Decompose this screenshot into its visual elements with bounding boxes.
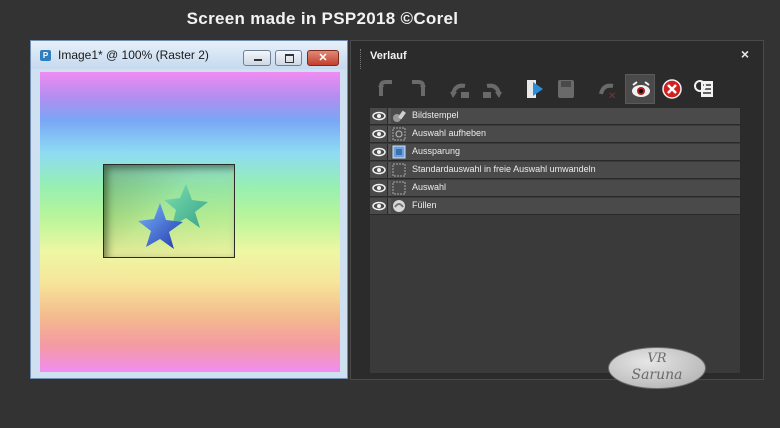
delete-history-icon xyxy=(662,79,682,99)
save-script-icon xyxy=(558,80,574,98)
stamp-icon xyxy=(393,110,406,122)
undo-selected-button[interactable] xyxy=(445,74,475,104)
history-toolbar: ✕ xyxy=(369,74,749,104)
history-panel: Verlauf × ✕ Bildstempel Auswahl aufheben… xyxy=(350,40,764,380)
row-separator xyxy=(388,108,391,124)
history-item-label: Auswahl aufheben xyxy=(412,128,487,138)
redo-selected-icon xyxy=(483,83,502,98)
image-window-titlebar[interactable]: P Image1* @ 100% (Raster 2) xyxy=(31,41,347,69)
maximize-button[interactable] xyxy=(275,50,302,66)
maximize-icon xyxy=(276,51,301,65)
visibility-toggle[interactable] xyxy=(370,162,388,178)
row-separator xyxy=(388,198,391,214)
history-item-label: Bildstempel xyxy=(412,110,459,120)
history-item[interactable]: Füllen xyxy=(370,198,740,215)
psp-icon: P xyxy=(40,50,51,61)
image-window-title: Image1* @ 100% (Raster 2) xyxy=(58,48,209,62)
redo-selected-button[interactable] xyxy=(477,74,507,104)
delete-history-button[interactable] xyxy=(657,74,687,104)
stars-image xyxy=(138,184,208,249)
clear-history-icon: ✕ xyxy=(599,83,616,100)
panel-grip[interactable] xyxy=(360,49,363,69)
watermark-line1: VR xyxy=(647,351,667,366)
history-item[interactable]: Aussparung xyxy=(370,144,740,161)
visibility-toggle[interactable] xyxy=(370,198,388,214)
eye-icon xyxy=(372,183,386,193)
history-item[interactable]: Auswahl xyxy=(370,180,740,197)
visibility-toggle[interactable] xyxy=(370,108,388,124)
history-list: Bildstempel Auswahl aufheben Aussparung … xyxy=(369,107,741,374)
visibility-toggle[interactable] xyxy=(370,144,388,160)
eye-icon xyxy=(372,111,386,121)
history-item[interactable]: Auswahl aufheben xyxy=(370,126,740,143)
screenshot-caption: Screen made in PSP2018 ©Corel xyxy=(186,9,459,28)
undo-selected-icon xyxy=(450,83,469,98)
close-button[interactable] xyxy=(307,50,339,66)
row-separator xyxy=(388,180,391,196)
fill-icon xyxy=(393,200,405,212)
selection-icon xyxy=(392,181,406,195)
save-script-button[interactable] xyxy=(551,74,581,104)
row-separator xyxy=(388,144,391,160)
history-item-label: Aussparung xyxy=(412,146,461,156)
toggle-visibility-icon xyxy=(632,81,650,97)
panel-title: Verlauf xyxy=(370,50,407,62)
selection-icon xyxy=(392,163,406,177)
row-separator xyxy=(388,126,391,142)
visibility-toggle[interactable] xyxy=(370,180,388,196)
minimize-icon xyxy=(244,51,270,65)
image-window[interactable]: P Image1* @ 100% (Raster 2) xyxy=(30,40,348,379)
close-icon xyxy=(308,51,338,65)
svg-text:✕: ✕ xyxy=(608,91,616,100)
history-item-label: Auswahl xyxy=(412,182,447,192)
undo-button[interactable] xyxy=(371,74,401,104)
toggle-visibility-button[interactable] xyxy=(625,74,655,104)
eye-icon xyxy=(372,129,386,139)
history-item-label: Füllen xyxy=(412,200,437,210)
history-properties-button[interactable] xyxy=(689,74,719,104)
redo-button[interactable] xyxy=(403,74,433,104)
row-separator xyxy=(388,162,391,178)
history-item-label: Standardauswahl in freie Auswahl umwande… xyxy=(412,164,596,174)
watermark-line2: Saruna xyxy=(631,367,683,383)
eye-icon xyxy=(372,201,386,211)
select-none-icon xyxy=(392,127,406,141)
quickscript-icon xyxy=(527,80,543,98)
history-item[interactable]: Standardauswahl in freie Auswahl umwande… xyxy=(370,162,740,179)
undo-icon xyxy=(378,80,392,96)
clear-history-button[interactable]: ✕ xyxy=(593,74,623,104)
visibility-toggle[interactable] xyxy=(370,126,388,142)
quickscript-button[interactable] xyxy=(519,74,549,104)
history-properties-icon xyxy=(694,80,713,97)
panel-close-button[interactable]: × xyxy=(741,46,749,62)
eye-icon xyxy=(372,147,386,157)
redo-icon xyxy=(412,80,426,96)
minimize-button[interactable] xyxy=(243,50,271,66)
history-item[interactable]: Bildstempel xyxy=(370,108,740,125)
eye-icon xyxy=(372,165,386,175)
watermark-seal: VR Saruna xyxy=(608,347,706,389)
cutout-icon xyxy=(392,145,406,159)
image-canvas[interactable] xyxy=(40,72,340,372)
